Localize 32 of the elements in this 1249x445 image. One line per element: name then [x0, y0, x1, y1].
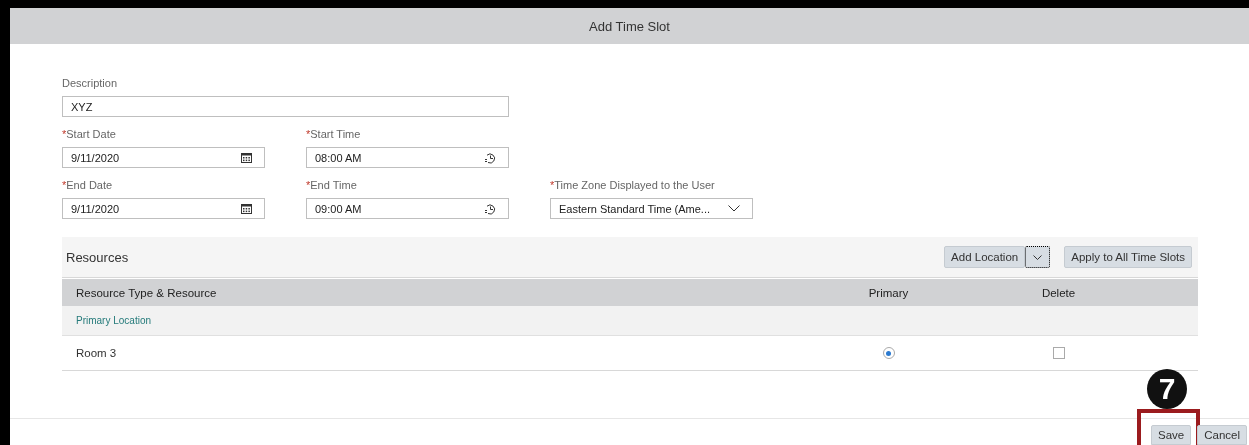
- table-cell-text: Room 3: [75, 347, 118, 359]
- dialog-title: Add Time Slot: [589, 18, 670, 34]
- column-header: Resource Type & Resource: [75, 286, 218, 299]
- input-field[interactable]: 08:00 AM: [306, 147, 509, 168]
- save-button[interactable]: Save: [1150, 425, 1192, 445]
- dropdown-button[interactable]: [1025, 246, 1051, 268]
- step-callout: 7: [1146, 369, 1187, 409]
- column-header: Primary: [867, 286, 910, 299]
- field-label: Description: [62, 77, 119, 90]
- chevron-down-icon: [1033, 254, 1043, 260]
- input-field[interactable]: 9/11/2020: [62, 198, 265, 219]
- field-label: *Start Date: [62, 128, 117, 141]
- checkbox[interactable]: [1052, 347, 1065, 359]
- clock-icon[interactable]: [484, 202, 496, 215]
- chevron-down-icon[interactable]: [728, 205, 740, 212]
- field-label: *Start Time: [306, 128, 362, 141]
- dropdown[interactable]: Eastern Standard Time (Ame...: [550, 198, 753, 219]
- field-label: *Time Zone Displayed to the User: [550, 179, 716, 192]
- field-label: *End Date: [62, 179, 114, 192]
- calendar-icon[interactable]: [241, 203, 252, 214]
- input-field[interactable]: 09:00 AM: [306, 198, 509, 219]
- section-title: Resources: [66, 249, 129, 265]
- apply-button[interactable]: Apply to All Time Slots: [1064, 246, 1192, 268]
- column-header: Delete: [1040, 286, 1077, 299]
- input-field[interactable]: XYZ: [62, 96, 509, 117]
- input-field[interactable]: 9/11/2020: [62, 147, 265, 168]
- calendar-icon[interactable]: [241, 152, 252, 163]
- cancel-button[interactable]: Cancel: [1197, 425, 1247, 445]
- clock-icon[interactable]: [484, 151, 496, 164]
- field-label: *End Time: [306, 179, 358, 192]
- group-label: Primary Location: [75, 315, 153, 326]
- add-location-button[interactable]: Add Location: [944, 246, 1026, 268]
